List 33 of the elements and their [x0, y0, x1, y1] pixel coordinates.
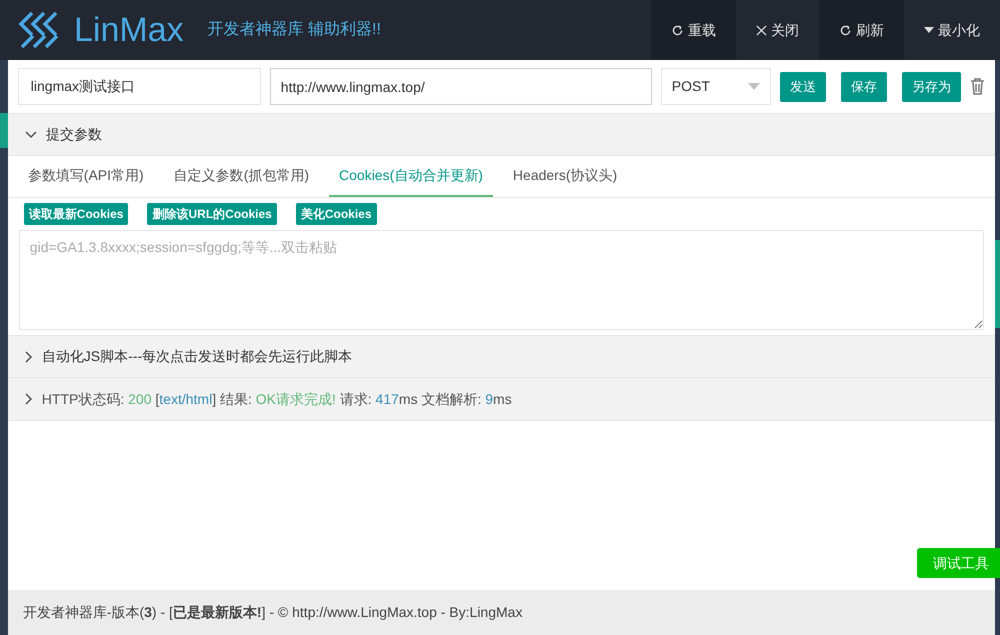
close-icon	[756, 24, 767, 36]
url-field[interactable]: http://www.lingmax.top/	[270, 68, 652, 105]
reload-icon	[671, 24, 684, 36]
request-action-button[interactable]: 保存	[840, 72, 887, 102]
request-action-button[interactable]: 另存为	[902, 72, 961, 102]
caret-down-icon	[748, 83, 760, 90]
chevron-down-icon	[24, 130, 37, 138]
name-field[interactable]: lingmax测试接口	[18, 68, 261, 105]
tab[interactable]: Headers(协议头)	[502, 156, 628, 197]
request-action-button[interactable]: 发送	[780, 72, 826, 102]
cookie-input-field[interactable]: gid=GA1.3.8xxxx;session=sfggdg;等等...双击粘贴	[18, 230, 984, 330]
refresh-button[interactable]: 刷新	[819, 0, 904, 60]
footer-text: 开发者神器库-版本(3) - [已是最新版本!] - © http://www.LingMax.top - By:LingMax	[8, 590, 995, 635]
method-dropdown[interactable]: POST	[660, 68, 771, 105]
refresh-icon	[839, 24, 852, 36]
caret-down-icon	[924, 27, 934, 33]
chevron-right-icon	[24, 393, 33, 405]
chevron-right-icon	[24, 350, 33, 362]
section-header[interactable]: 提交参数	[8, 113, 995, 156]
logo-text: LinMax	[74, 10, 184, 50]
cookie-action-button[interactable]: 删除该URL的Cookies	[147, 203, 277, 225]
cookie-action-button[interactable]: 读取最新Cookies	[24, 203, 128, 225]
tab[interactable]: 参数填写(API常用)	[18, 156, 154, 197]
status-summary: HTTP状态码: 200 [text/html] 结果: OK请求完成! 请求: 417ms 文档解析: 9ms	[42, 390, 512, 409]
tagline: 开发者神器库 辅助利器!!	[208, 20, 381, 40]
status-header[interactable]: HTTP状态码: 200 [text/html] 结果: OK请求完成! 请求: 417ms 文档解析: 9ms	[8, 378, 995, 421]
cookie-action-button[interactable]: 美化Cookies	[296, 203, 377, 225]
side-accent-bar	[0, 113, 8, 148]
trash-icon[interactable]	[970, 78, 985, 95]
section-header[interactable]: 自动化JS脚本---每次点击发送时都会先运行此脚本	[8, 335, 995, 378]
tab[interactable]: 自定义参数(抓包常用)	[164, 156, 320, 197]
reload-button[interactable]: 重载	[651, 0, 736, 60]
tab[interactable]: Cookies(自动合并更新)	[329, 156, 493, 197]
